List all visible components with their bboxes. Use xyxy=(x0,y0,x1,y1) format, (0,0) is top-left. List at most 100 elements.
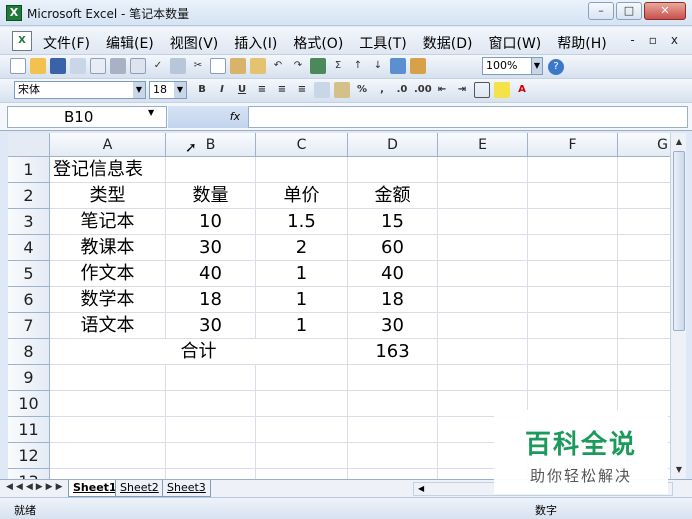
cell-d5[interactable]: 40 xyxy=(348,261,438,287)
cell-d9[interactable] xyxy=(348,365,438,391)
cell-e5[interactable] xyxy=(438,261,528,287)
cell-e2[interactable] xyxy=(438,183,528,209)
percent-button[interactable]: % xyxy=(354,82,370,98)
menu-format[interactable]: 格式(O) xyxy=(293,33,343,53)
column-header-g[interactable]: G xyxy=(618,133,670,157)
close-button[interactable]: ✕ xyxy=(644,2,686,20)
select-all-button[interactable] xyxy=(8,133,50,157)
row-header[interactable]: 2 xyxy=(8,183,50,209)
sort-ascending-icon[interactable]: ↑ xyxy=(350,58,366,74)
vertical-scrollbar[interactable]: ▲ ▼ xyxy=(670,133,686,479)
row-header[interactable]: 9 xyxy=(8,365,50,391)
cell-b13[interactable] xyxy=(166,469,256,479)
zoom-select[interactable]: 100% xyxy=(482,57,538,75)
font-name-select[interactable]: 宋体 ▼ xyxy=(14,81,146,99)
chevron-down-icon[interactable]: ▼ xyxy=(148,108,154,117)
cell-d1[interactable] xyxy=(348,157,438,183)
insert-function-icon[interactable]: fx xyxy=(168,106,248,128)
comma-style-icon[interactable]: , xyxy=(374,82,390,98)
tab-sheet3[interactable]: Sheet3 xyxy=(162,480,211,497)
row-header[interactable]: 3 xyxy=(8,209,50,235)
cell-f7[interactable] xyxy=(528,313,618,339)
column-header-d[interactable]: D xyxy=(348,133,438,157)
cell-a7[interactable]: 语文本 xyxy=(50,313,166,339)
cell-f9[interactable] xyxy=(528,365,618,391)
cell-g5[interactable] xyxy=(618,261,670,287)
row-header[interactable]: 8 xyxy=(8,339,50,365)
cell-e8[interactable] xyxy=(438,339,528,365)
cell-f1[interactable] xyxy=(528,157,618,183)
cell-b9[interactable] xyxy=(166,365,256,391)
cell-d12[interactable] xyxy=(348,443,438,469)
column-header-e[interactable]: E xyxy=(438,133,528,157)
row-header[interactable]: 4 xyxy=(8,235,50,261)
cell-g4[interactable] xyxy=(618,235,670,261)
doc-minimize-button[interactable]: - xyxy=(630,33,634,47)
cell-e3[interactable] xyxy=(438,209,528,235)
print-preview-icon[interactable] xyxy=(130,58,146,74)
column-header-a[interactable]: A xyxy=(50,133,166,157)
menu-tools[interactable]: 工具(T) xyxy=(359,33,406,53)
cell-a11[interactable] xyxy=(50,417,166,443)
open-folder-icon[interactable] xyxy=(30,58,46,74)
formula-input[interactable] xyxy=(248,106,688,128)
email-icon[interactable] xyxy=(90,58,106,74)
cell-a6[interactable]: 数学本 xyxy=(50,287,166,313)
hyperlink-icon[interactable] xyxy=(310,58,326,74)
borders-icon[interactable] xyxy=(474,82,490,98)
increase-decimal-icon[interactable]: .0 xyxy=(394,82,410,98)
cell-b4[interactable]: 30 xyxy=(166,235,256,261)
cell-d2[interactable]: 金额 xyxy=(348,183,438,209)
chevron-down-icon[interactable]: ▼ xyxy=(174,82,186,98)
cell-g2[interactable] xyxy=(618,183,670,209)
cell-f4[interactable] xyxy=(528,235,618,261)
column-header-f[interactable]: F xyxy=(528,133,618,157)
cell-total-label[interactable]: 合计 xyxy=(50,339,348,365)
cell-c10[interactable] xyxy=(256,391,348,417)
cut-icon[interactable]: ✂ xyxy=(190,58,206,74)
research-icon[interactable] xyxy=(170,58,186,74)
cell-d3[interactable]: 15 xyxy=(348,209,438,235)
menu-edit[interactable]: 编辑(E) xyxy=(106,33,154,53)
currency-icon[interactable] xyxy=(334,82,350,98)
cell-b7[interactable]: 30 xyxy=(166,313,256,339)
increase-indent-icon[interactable]: ⇥ xyxy=(454,82,470,98)
workbook-icon[interactable]: X xyxy=(12,31,32,51)
cell-d7[interactable]: 30 xyxy=(348,313,438,339)
cell-d11[interactable] xyxy=(348,417,438,443)
sort-descending-icon[interactable]: ↓ xyxy=(370,58,386,74)
cell-g3[interactable] xyxy=(618,209,670,235)
chevron-down-icon[interactable]: ▼ xyxy=(133,82,145,98)
cell-e7[interactable] xyxy=(438,313,528,339)
drawing-icon[interactable] xyxy=(410,58,426,74)
cell-a3[interactable]: 笔记本 xyxy=(50,209,166,235)
cell-b3[interactable]: 10 xyxy=(166,209,256,235)
menu-data[interactable]: 数据(D) xyxy=(423,33,473,53)
decrease-decimal-icon[interactable]: .00 xyxy=(414,82,432,98)
cell-d8[interactable]: 163 xyxy=(348,339,438,365)
cell-b12[interactable] xyxy=(166,443,256,469)
cell-c12[interactable] xyxy=(256,443,348,469)
restore-button[interactable]: □ xyxy=(616,2,642,20)
cell-a1[interactable]: 登记信息表 xyxy=(50,157,166,183)
cell-b2[interactable]: 数量 xyxy=(166,183,256,209)
row-header[interactable]: 13 xyxy=(8,469,50,479)
print-icon[interactable] xyxy=(110,58,126,74)
undo-icon[interactable]: ↶ xyxy=(270,58,286,74)
row-header[interactable]: 7 xyxy=(8,313,50,339)
new-file-icon[interactable] xyxy=(10,58,26,74)
fill-color-icon[interactable] xyxy=(494,82,510,98)
cell-c11[interactable] xyxy=(256,417,348,443)
cell-f3[interactable] xyxy=(528,209,618,235)
cell-a4[interactable]: 教课本 xyxy=(50,235,166,261)
decrease-indent-icon[interactable]: ⇤ xyxy=(434,82,450,98)
cell-a13[interactable] xyxy=(50,469,166,479)
align-right-icon[interactable]: ≡ xyxy=(294,82,310,98)
scroll-up-icon[interactable]: ▲ xyxy=(673,135,685,149)
format-painter-icon[interactable] xyxy=(250,58,266,74)
cell-d13[interactable] xyxy=(348,469,438,479)
cell-a10[interactable] xyxy=(50,391,166,417)
align-center-icon[interactable]: ≡ xyxy=(274,82,290,98)
menu-view[interactable]: 视图(V) xyxy=(170,33,219,53)
row-header[interactable]: 11 xyxy=(8,417,50,443)
